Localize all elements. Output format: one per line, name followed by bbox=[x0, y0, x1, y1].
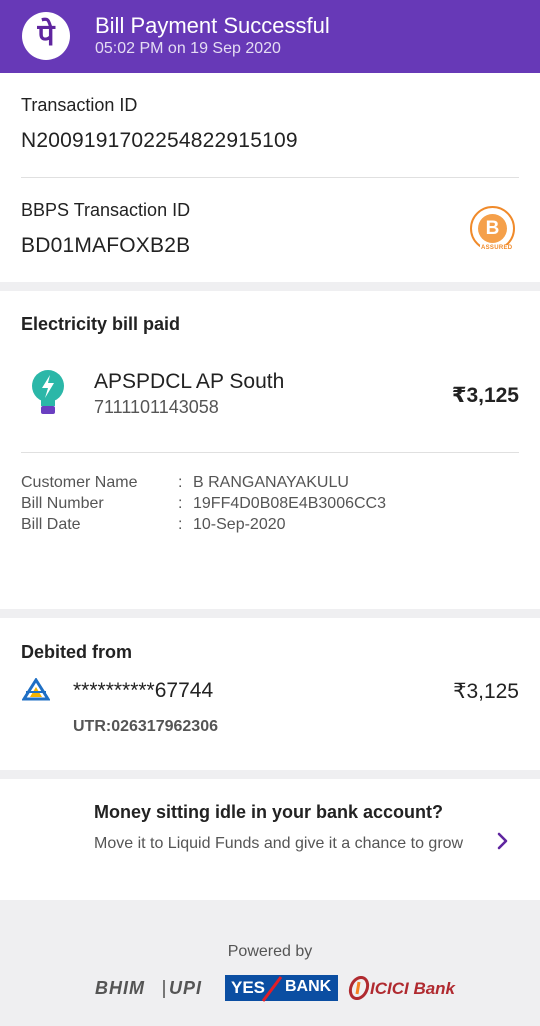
app-header: पे Bill Payment Successful 05:02 PM on 1… bbox=[0, 0, 540, 73]
utr-number[interactable]: UTR:026317962306 bbox=[73, 718, 218, 736]
payment-timestamp: 05:02 PM on 19 Sep 2020 bbox=[95, 40, 281, 57]
upi-text: UPI bbox=[169, 978, 203, 998]
detail-separator: : bbox=[178, 495, 183, 512]
biller-account-number: 7111101143058 bbox=[94, 397, 219, 417]
yes-bank-logo: YES BANK bbox=[225, 975, 338, 1002]
detail-value: B RANGANAYAKULU bbox=[193, 474, 349, 491]
bank-text: BANK bbox=[285, 978, 332, 995]
bhim-upi-logo: BHIM UPI bbox=[95, 978, 217, 1002]
icici-bank-logo: ICICI Bank bbox=[348, 976, 468, 1002]
divider bbox=[21, 177, 519, 178]
debit-amount: ₹3,125 bbox=[453, 680, 519, 703]
page-title: Bill Payment Successful bbox=[95, 13, 330, 38]
transaction-card: Transaction ID N2009191702254822915109 B… bbox=[0, 73, 540, 282]
yes-text: YES bbox=[231, 978, 266, 997]
chevron-right-icon[interactable] bbox=[492, 830, 512, 852]
bharat-billpay-assured-icon: B ASSURED bbox=[470, 206, 515, 251]
detail-row-customer-name: Customer Name : B RANGANAYAKULU bbox=[21, 474, 521, 494]
transaction-id-value[interactable]: N2009191702254822915109 bbox=[21, 129, 298, 153]
debit-account-number: **********67744 bbox=[73, 679, 214, 702]
promo-text: Move it to Liquid Funds and give it a ch… bbox=[94, 835, 464, 852]
debit-section-title: Debited from bbox=[21, 642, 133, 662]
electricity-bulb-icon bbox=[32, 370, 64, 414]
detail-key: Customer Name bbox=[21, 474, 138, 491]
powered-by-label: Powered by bbox=[227, 943, 313, 960]
detail-separator: : bbox=[178, 516, 183, 533]
transaction-id-label: Transaction ID bbox=[21, 95, 138, 115]
detail-value: 10-Sep-2020 bbox=[193, 516, 286, 533]
bill-amount: ₹3,125 bbox=[451, 384, 519, 407]
partner-logos: BHIM UPI YES BANK ICICI Bank bbox=[0, 972, 540, 1006]
detail-value: 19FF4D0B08E4B3006CC3 bbox=[193, 495, 387, 512]
bhim-text: BHIM bbox=[95, 978, 145, 998]
bill-card: Electricity bill paid bbox=[0, 291, 540, 609]
yes-bank-mark bbox=[261, 976, 283, 1002]
bank-icon bbox=[22, 678, 50, 701]
detail-separator: : bbox=[178, 474, 183, 491]
detail-key: Bill Number bbox=[21, 495, 104, 512]
logo-divider bbox=[163, 980, 165, 998]
detail-row-bill-number: Bill Number : 19FF4D0B08E4B3006CC3 bbox=[21, 495, 521, 515]
icici-mark bbox=[348, 976, 370, 1000]
assured-tag: ASSURED bbox=[480, 245, 514, 251]
biller-name: APSPDCL AP South bbox=[94, 370, 285, 393]
detail-row-bill-date: Bill Date : 10-Sep-2020 bbox=[21, 516, 521, 536]
promo-title: Money sitting idle in your bank account? bbox=[94, 802, 444, 822]
bbps-transaction-id-label: BBPS Transaction ID bbox=[21, 200, 191, 220]
phonepe-logo: पे bbox=[22, 12, 70, 60]
detail-key: Bill Date bbox=[21, 516, 81, 533]
icici-text: ICICI Bank bbox=[370, 979, 456, 998]
assured-letter: B bbox=[478, 214, 507, 243]
bill-section-title: Electricity bill paid bbox=[21, 314, 181, 334]
divider bbox=[21, 452, 519, 453]
bbps-transaction-id-value[interactable]: BD01MAFOXB2B bbox=[21, 234, 190, 258]
